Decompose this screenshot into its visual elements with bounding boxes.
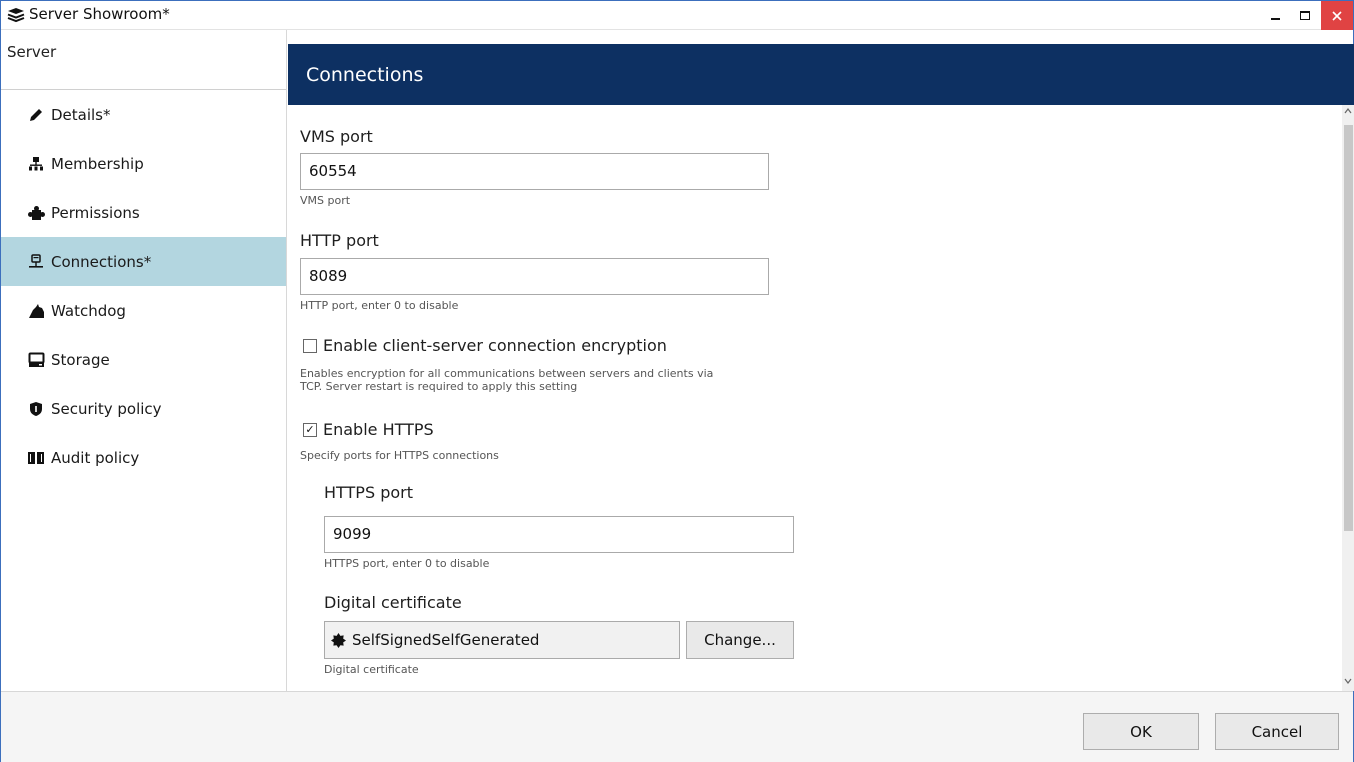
drive-icon — [27, 351, 45, 369]
network-icon — [27, 253, 45, 271]
maximize-icon — [1300, 11, 1310, 20]
sidebar-item-label: Audit policy — [51, 448, 140, 467]
encryption-hint-line2: TCP. Server restart is required to apply… — [300, 380, 578, 393]
window-title: Server Showroom* — [29, 5, 170, 23]
maximize-button[interactable] — [1290, 1, 1320, 30]
certificate-label: Digital certificate — [324, 593, 462, 612]
certificate-value: SelfSignedSelfGenerated — [352, 631, 540, 649]
scroll-up-icon[interactable] — [1344, 107, 1352, 115]
sidebar-item-label: Storage — [51, 350, 110, 369]
sidebar-header: Server — [1, 30, 286, 90]
vms-port-label: VMS port — [300, 127, 373, 146]
scrollbar-thumb[interactable] — [1344, 125, 1353, 531]
sidebar-item-details[interactable]: Details* — [1, 90, 286, 139]
certificate-seal-icon — [331, 632, 346, 648]
hierarchy-icon — [27, 155, 45, 173]
title-bar: Server Showroom* — [1, 1, 1353, 30]
change-certificate-button[interactable]: Change... — [686, 621, 794, 659]
minimize-button[interactable] — [1260, 1, 1290, 30]
app-window: Server Showroom* Server Details* Members… — [0, 0, 1354, 762]
minimize-icon — [1270, 17, 1280, 20]
sidebar: Server Details* Membership Permissions C… — [1, 30, 287, 691]
sidebar-item-label: Connections* — [51, 252, 152, 271]
https-checkbox[interactable]: ✓ — [303, 422, 317, 437]
puzzle-icon — [27, 204, 45, 222]
encryption-checkbox[interactable] — [303, 338, 317, 353]
sidebar-item-label: Details* — [51, 105, 111, 124]
sidebar-item-permissions[interactable]: Permissions — [1, 188, 286, 237]
certificate-field: SelfSignedSelfGenerated — [324, 621, 680, 659]
shield-icon — [27, 400, 45, 418]
http-port-label: HTTP port — [300, 231, 379, 250]
https-port-input[interactable]: 9099 — [324, 516, 794, 553]
scroll-down-icon[interactable] — [1344, 677, 1352, 685]
http-port-hint: HTTP port, enter 0 to disable — [300, 299, 459, 312]
certificate-hint: Digital certificate — [324, 663, 419, 676]
close-button[interactable] — [1321, 1, 1353, 30]
sidebar-item-watchdog[interactable]: Watchdog — [1, 286, 286, 335]
encryption-hint-line1: Enables encryption for all communication… — [300, 367, 714, 380]
page-title: Connections — [288, 44, 1354, 105]
https-port-hint: HTTPS port, enter 0 to disable — [324, 557, 490, 570]
book-icon — [27, 449, 45, 467]
close-icon — [1332, 10, 1342, 21]
sidebar-item-label: Watchdog — [51, 301, 126, 320]
vms-port-input[interactable]: 60554 — [300, 153, 769, 190]
server-stack-icon — [7, 8, 25, 23]
sidebar-item-audit-policy[interactable]: Audit policy — [1, 433, 286, 482]
https-hint: Specify ports for HTTPS connections — [300, 449, 499, 462]
dog-icon — [27, 302, 45, 320]
ok-button[interactable]: OK — [1083, 713, 1199, 750]
dialog-footer: OK Cancel — [1, 691, 1353, 762]
https-port-label: HTTPS port — [324, 483, 413, 502]
sidebar-item-label: Security policy — [51, 399, 162, 418]
pencil-icon — [27, 106, 45, 124]
http-port-input[interactable]: 8089 — [300, 258, 769, 295]
cancel-button[interactable]: Cancel — [1215, 713, 1339, 750]
https-label: Enable HTTPS — [323, 420, 434, 439]
connections-form: VMS port 60554 VMS port HTTP port 8089 H… — [288, 105, 1342, 691]
encryption-checkbox-row[interactable]: Enable client-server connection encrypti… — [303, 336, 667, 355]
encryption-label: Enable client-server connection encrypti… — [323, 336, 667, 355]
sidebar-item-storage[interactable]: Storage — [1, 335, 286, 384]
sidebar-item-security-policy[interactable]: Security policy — [1, 384, 286, 433]
https-checkbox-row[interactable]: ✓ Enable HTTPS — [303, 420, 434, 439]
vms-port-hint: VMS port — [300, 194, 351, 207]
sidebar-item-connections[interactable]: Connections* — [1, 237, 286, 286]
sidebar-item-label: Permissions — [51, 203, 140, 222]
sidebar-item-label: Membership — [51, 154, 144, 173]
sidebar-item-membership[interactable]: Membership — [1, 139, 286, 188]
